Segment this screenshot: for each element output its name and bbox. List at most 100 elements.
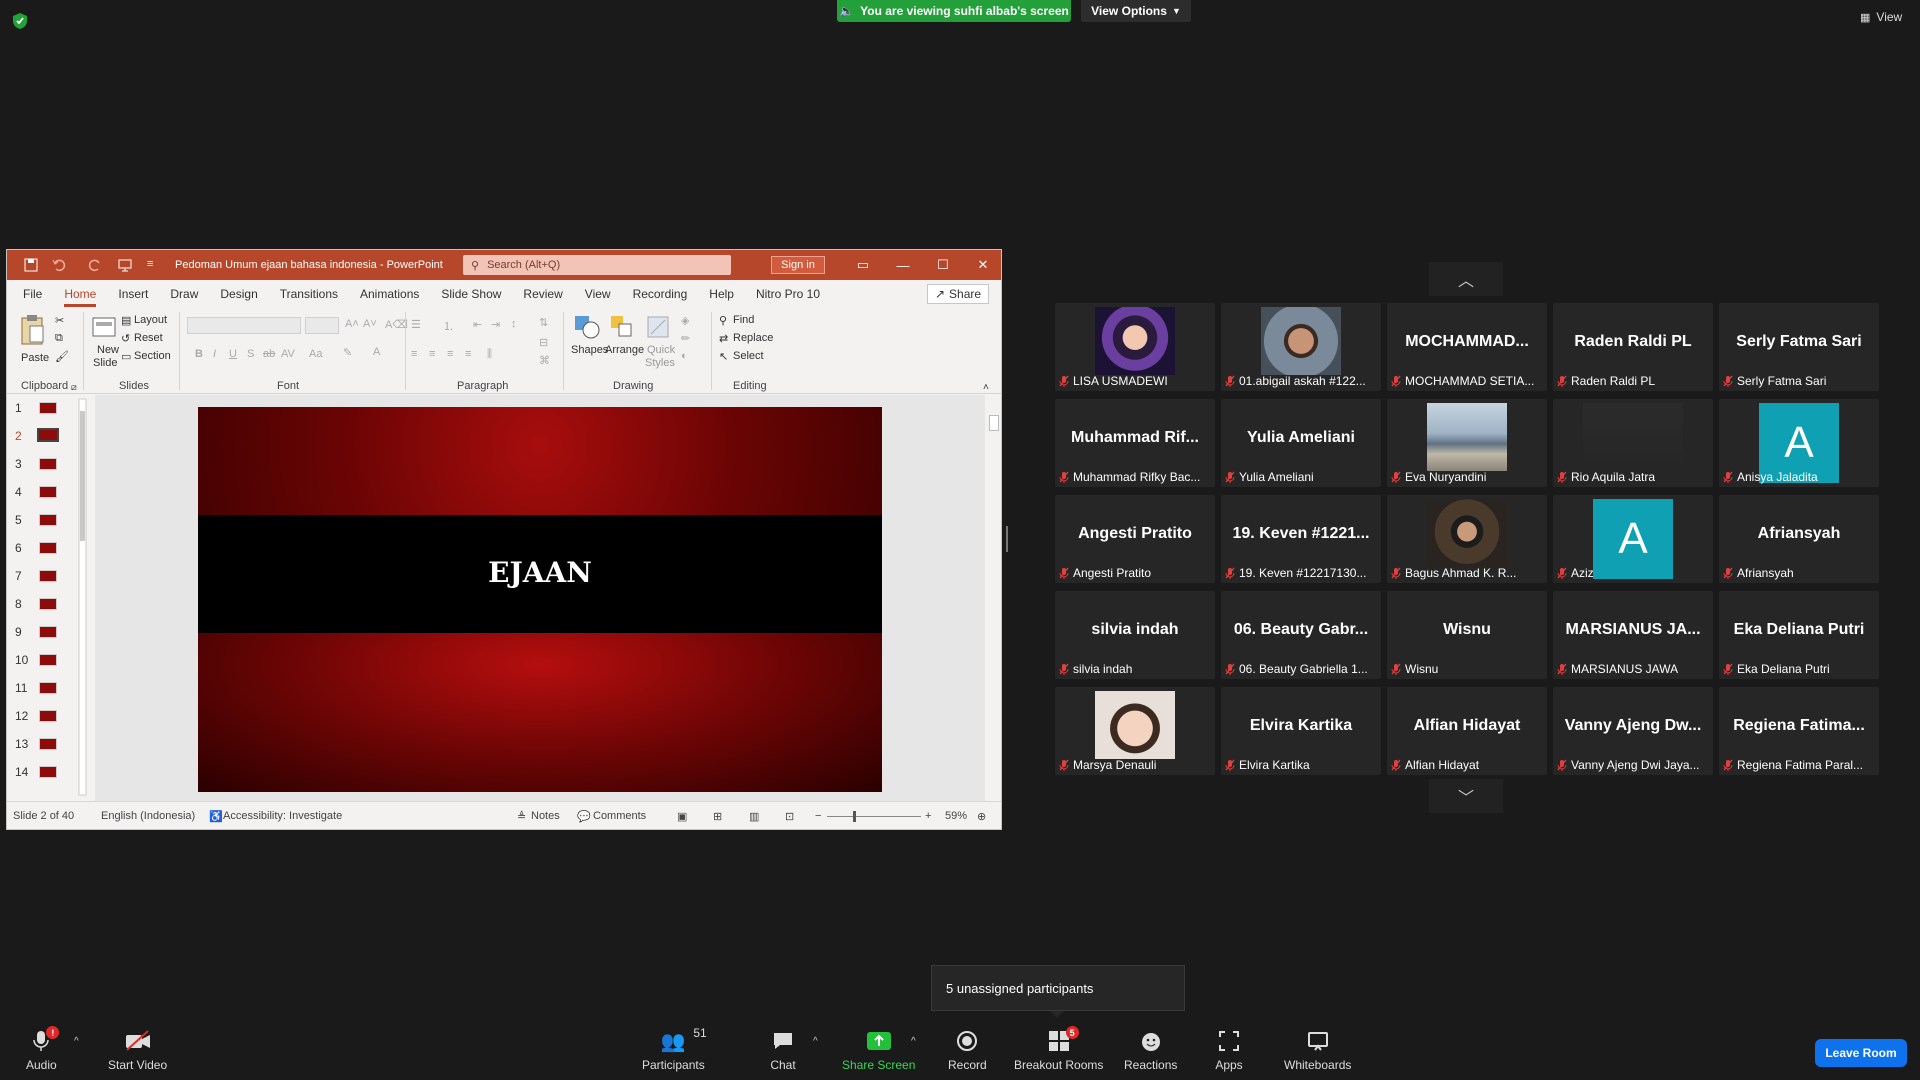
quick-styles-label-2[interactable]: Styles [645, 357, 675, 369]
share-options-caret[interactable]: ^ [911, 1036, 916, 1047]
change-case-icon[interactable]: Aa [309, 348, 322, 360]
reset-button[interactable]: Reset [134, 332, 163, 344]
participant-tile[interactable]: A Aziz [1553, 495, 1713, 583]
participant-tile[interactable]: 19. Keven #1221... 19. Keven #12217130... [1221, 495, 1381, 583]
paste-icon[interactable] [19, 314, 45, 346]
columns-icon[interactable]: ⫼ [487, 348, 492, 361]
participant-tile[interactable]: Wisnu Wisnu [1387, 591, 1547, 679]
tab-animations[interactable]: Animations [360, 287, 419, 301]
shapes-label[interactable]: Shapes [571, 344, 608, 356]
italic-icon[interactable]: I [213, 348, 216, 360]
quick-styles-label[interactable]: Quick [647, 344, 675, 356]
participant-tile[interactable]: Elvira Kartika Elvira Kartika [1221, 687, 1381, 775]
scroll-thumb[interactable] [989, 415, 999, 431]
new-slide-icon[interactable] [91, 314, 117, 340]
tab-nitro[interactable]: Nitro Pro 10 [756, 287, 820, 301]
participant-tile[interactable]: Yulia Ameliani Yulia Ameliani [1221, 399, 1381, 487]
chat-button[interactable]: Chat [768, 1028, 798, 1072]
tab-slide-show[interactable]: Slide Show [441, 287, 501, 301]
align-left-icon[interactable]: ≡ [411, 348, 417, 360]
font-name-dropdown[interactable] [187, 317, 301, 334]
apps-button[interactable]: Apps [1214, 1028, 1244, 1072]
participant-tile[interactable]: Muhammad Rif... Muhammad Rifky Bac... [1055, 399, 1215, 487]
view-button[interactable]: ▦ View [1860, 10, 1902, 24]
tab-insert[interactable]: Insert [118, 287, 148, 301]
tab-review[interactable]: Review [523, 287, 562, 301]
tab-draw[interactable]: Draw [170, 287, 198, 301]
participant-tile[interactable]: Regiena Fatima... Regiena Fatima Paral... [1719, 687, 1879, 775]
zoom-level[interactable]: 59% [945, 810, 967, 822]
tab-home[interactable]: Home [64, 287, 97, 307]
accessibility-status[interactable]: Accessibility: Investigate [223, 810, 342, 822]
comments-button[interactable]: Comments [593, 810, 646, 822]
minimize-icon[interactable]: — [883, 250, 923, 280]
section-icon[interactable]: ▭ [121, 350, 131, 363]
tab-view[interactable]: View [585, 287, 611, 301]
maximize-icon[interactable]: ☐ [923, 250, 963, 280]
arrange-label[interactable]: Arrange [605, 344, 644, 356]
notes-button[interactable]: Notes [531, 810, 560, 822]
shield-icon[interactable] [12, 12, 28, 30]
whiteboards-button[interactable]: Whiteboards [1284, 1028, 1351, 1072]
gallery-page-down-button[interactable]: ﹀ [1429, 779, 1503, 813]
customize-qat-icon[interactable]: ≡ [147, 258, 153, 270]
redo-icon[interactable] [87, 257, 103, 273]
ribbon-display-icon[interactable]: ▭ [843, 250, 883, 280]
decrease-indent-icon[interactable]: ⇤ [473, 318, 482, 331]
tab-help[interactable]: Help [709, 287, 734, 301]
format-painter-icon[interactable]: 🖌 [55, 350, 69, 363]
cut-icon[interactable]: ✂ [55, 314, 64, 327]
shape-effects-icon[interactable]: ◐ [681, 350, 688, 362]
participant-tile[interactable]: 01.abigail askah #122... [1221, 303, 1381, 391]
shape-fill-icon[interactable]: ◈ [681, 314, 689, 327]
arrange-icon[interactable] [609, 314, 635, 340]
replace-button[interactable]: Replace [733, 332, 773, 344]
dialog-launcher-icon[interactable]: ⧄ [71, 382, 77, 393]
start-video-button[interactable]: Start Video [108, 1028, 167, 1072]
text-direction-icon[interactable]: ⇅ [539, 316, 548, 329]
breakout-rooms-button[interactable]: 5 Breakout Rooms [1014, 1026, 1103, 1072]
zoom-slider-thumb[interactable] [853, 811, 856, 822]
participant-tile[interactable]: Rio Aquila Jatra [1553, 399, 1713, 487]
zoom-slider[interactable] [827, 816, 921, 817]
paste-label[interactable]: Paste [21, 352, 49, 364]
reset-icon[interactable]: ↺ [121, 332, 130, 345]
audio-options-caret[interactable]: ^ [74, 1036, 79, 1047]
align-center-icon[interactable]: ≡ [429, 348, 435, 360]
slide-scrollbar[interactable] [987, 395, 1001, 801]
underline-icon[interactable]: U [229, 348, 237, 360]
strikethrough-icon[interactable]: ab [263, 348, 275, 360]
participant-tile[interactable]: LISA USMADEWI [1055, 303, 1215, 391]
view-options-button[interactable]: View Options ▼ [1081, 0, 1191, 22]
participants-button[interactable]: 👥 51 Participants [642, 1026, 707, 1072]
participant-tile[interactable]: Alfian Hidayat Alfian Hidayat [1387, 687, 1547, 775]
participant-tile[interactable]: MOCHAMMAD... MOCHAMMAD SETIA... [1387, 303, 1547, 391]
slide-sorter-icon[interactable]: ⊞ [713, 810, 722, 823]
slide-title[interactable]: EJAAN [198, 556, 882, 589]
record-button[interactable]: Record [948, 1028, 987, 1072]
shapes-icon[interactable] [573, 314, 601, 340]
copy-icon[interactable]: ⧉ [55, 332, 63, 345]
increase-font-icon[interactable]: A˄ [345, 318, 359, 330]
participant-tile[interactable]: Serly Fatma Sari Serly Fatma Sari [1719, 303, 1879, 391]
find-icon[interactable]: ⚲ [719, 314, 727, 327]
gallery-page-up-button[interactable]: ︿ [1429, 262, 1503, 296]
new-slide-label-2[interactable]: Slide [93, 357, 117, 369]
justify-icon[interactable]: ≡ [465, 348, 471, 360]
shadow-icon[interactable]: S [247, 348, 254, 360]
slide-canvas[interactable]: EJAAN [198, 407, 882, 792]
save-icon[interactable] [23, 257, 39, 273]
present-icon[interactable] [117, 257, 133, 273]
participant-tile[interactable]: Raden Raldi PL Raden Raldi PL [1553, 303, 1713, 391]
reactions-button[interactable]: Reactions [1124, 1028, 1177, 1072]
participant-tile[interactable]: Marsya Denauli [1055, 687, 1215, 775]
participant-tile[interactable]: Afriansyah Afriansyah [1719, 495, 1879, 583]
participant-tile[interactable]: 06. Beauty Gabr... 06. Beauty Gabriella 1… [1221, 591, 1381, 679]
participant-tile[interactable]: Vanny Ajeng Dw... Vanny Ajeng Dwi Jaya... [1553, 687, 1713, 775]
slideshow-icon[interactable]: ⊡ [785, 810, 794, 823]
participant-tile[interactable]: MARSIANUS JA... MARSIANUS JAWA [1553, 591, 1713, 679]
participant-tile[interactable]: Bagus Ahmad K. R... [1387, 495, 1547, 583]
decrease-font-icon[interactable]: A˅ [363, 318, 377, 330]
select-icon[interactable]: ↖ [719, 350, 728, 363]
zoom-in-icon[interactable]: + [925, 810, 931, 822]
